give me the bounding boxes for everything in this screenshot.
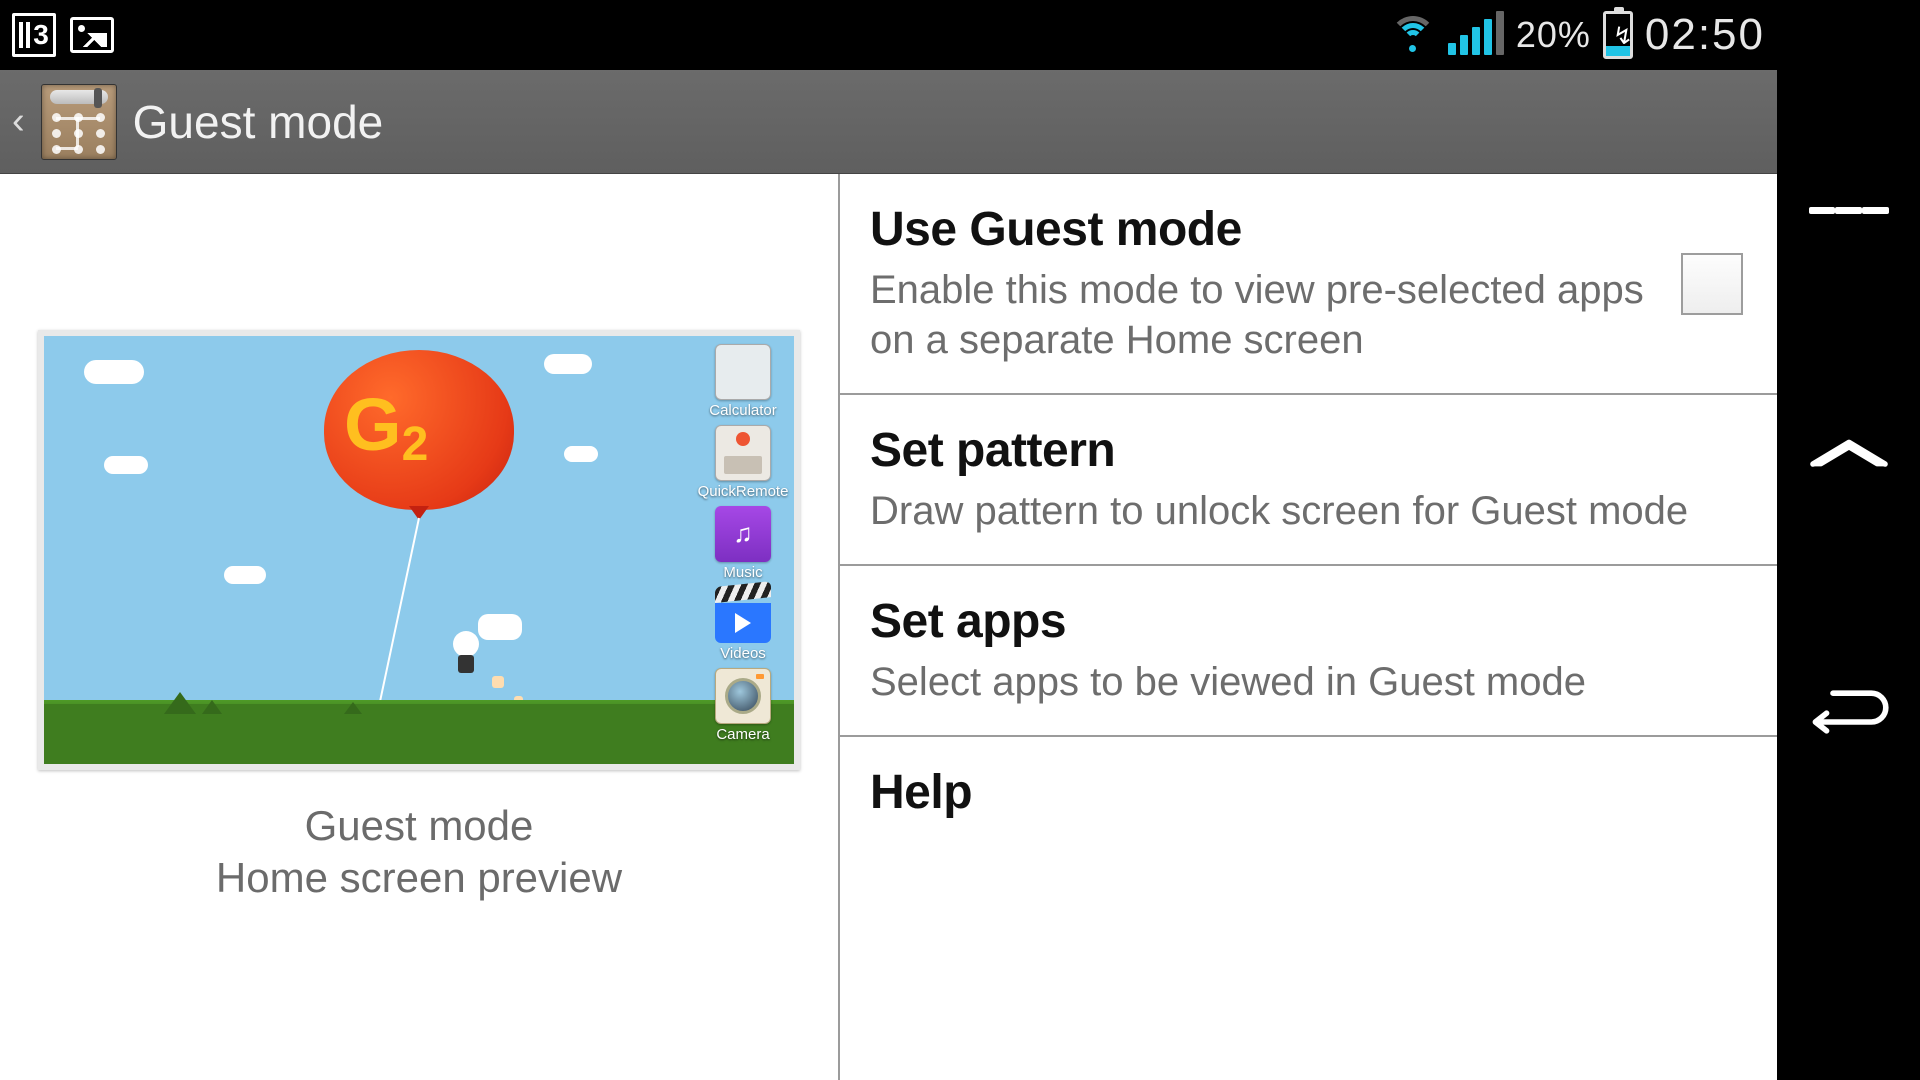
caption-line: Guest mode <box>216 800 622 853</box>
app-label: Music <box>723 564 762 581</box>
home-screen-preview[interactable]: G2 Calculator <box>38 330 800 770</box>
wifi-icon <box>1390 16 1436 54</box>
page-title: Guest mode <box>133 95 384 149</box>
character-graphic <box>449 631 483 673</box>
sim-number: 3 <box>33 19 49 51</box>
camera-icon <box>715 668 771 724</box>
setting-description: Select apps to be viewed in Guest mode <box>870 657 1743 707</box>
app-label: Videos <box>720 645 766 662</box>
setting-title: Help <box>870 765 1743 820</box>
preview-app-quickremote: QuickRemote <box>698 425 789 500</box>
action-bar: ‹ Guest mode <box>0 70 1777 174</box>
quickremote-icon <box>715 425 771 481</box>
setting-description: Draw pattern to unlock screen for Guest … <box>870 486 1743 536</box>
menu-button[interactable] <box>1809 180 1889 240</box>
preview-app-videos: Videos <box>715 587 771 662</box>
back-chevron-icon[interactable]: ‹ <box>12 100 25 143</box>
preview-app-calculator: Calculator <box>709 344 777 419</box>
preview-app-camera: Camera <box>715 668 771 743</box>
back-button[interactable] <box>1809 680 1889 740</box>
guest-mode-checkbox[interactable] <box>1681 253 1743 315</box>
cell-signal-icon <box>1448 15 1504 55</box>
setting-title: Set apps <box>870 594 1743 649</box>
setting-set-apps[interactable]: Set apps Select apps to be viewed in Gue… <box>840 566 1777 737</box>
app-label: Camera <box>716 726 769 743</box>
caption-line: Home screen preview <box>216 852 622 905</box>
setting-title: Set pattern <box>870 423 1743 478</box>
videos-icon <box>715 587 771 643</box>
app-label: Calculator <box>709 402 777 419</box>
setting-title: Use Guest mode <box>870 202 1651 257</box>
music-icon: ♫ <box>715 506 771 562</box>
sim-indicator-icon: 3 <box>12 13 56 57</box>
calculator-icon <box>715 344 771 400</box>
battery-charging-icon: ↯ <box>1603 11 1633 59</box>
home-button[interactable] <box>1809 430 1889 490</box>
setting-set-pattern[interactable]: Set pattern Draw pattern to unlock scree… <box>840 395 1777 566</box>
setting-description: Enable this mode to view pre-selected ap… <box>870 265 1651 365</box>
balloon-number: 2 <box>402 418 429 471</box>
setting-use-guest-mode[interactable]: Use Guest mode Enable this mode to view … <box>840 174 1777 395</box>
settings-list: Use Guest mode Enable this mode to view … <box>840 174 1777 1080</box>
preview-pane: G2 Calculator <box>0 174 840 1080</box>
setting-help[interactable]: Help <box>840 737 1777 856</box>
preview-caption: Guest mode Home screen preview <box>216 800 622 905</box>
guest-mode-app-icon[interactable] <box>41 84 117 160</box>
balloon-letter: G <box>344 383 402 466</box>
preview-app-music: ♫ Music <box>715 506 771 581</box>
status-bar: 3 20% ↯ 02:50 <box>0 0 1777 70</box>
system-nav-bar <box>1777 0 1920 1080</box>
clock: 02:50 <box>1645 10 1765 60</box>
app-label: QuickRemote <box>698 483 789 500</box>
battery-percent: 20% <box>1516 14 1591 56</box>
screenshot-notification-icon <box>70 17 114 53</box>
